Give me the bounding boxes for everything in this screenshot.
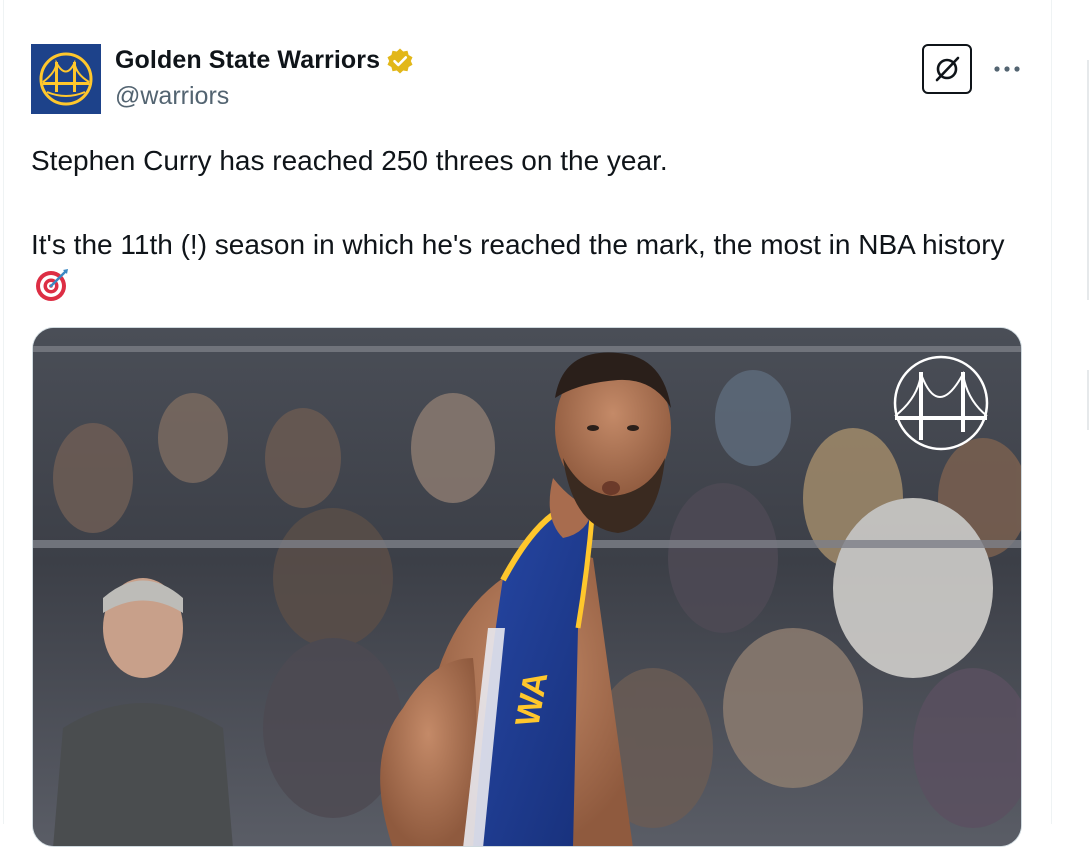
- tweet-line-2-text: It's the 11th (!) season in which he's r…: [31, 229, 1005, 260]
- direct-hit-target-emoji-icon: [36, 269, 68, 301]
- display-name[interactable]: Golden State Warriors: [115, 46, 380, 75]
- tweet-text: Stephen Curry has reached 250 threes on …: [31, 140, 1021, 308]
- tweet-line-1: Stephen Curry has reached 250 threes on …: [31, 145, 668, 176]
- verified-gold-icon[interactable]: [386, 47, 414, 75]
- grok-button[interactable]: [922, 44, 972, 94]
- avatar[interactable]: [31, 44, 101, 114]
- more-dots-icon: [994, 66, 1020, 72]
- author-name-row: Golden State Warriors: [115, 46, 414, 75]
- more-options-button[interactable]: [990, 52, 1024, 86]
- account-handle[interactable]: @warriors: [115, 82, 229, 111]
- player-photo: WA: [33, 328, 1021, 846]
- grok-icon: [935, 56, 960, 82]
- warriors-bridge-logo-icon: [39, 52, 93, 106]
- adjacent-panel-edge: [1086, 0, 1090, 824]
- tweet-line-2: It's the 11th (!) season in which he's r…: [31, 224, 1021, 308]
- tweet-media-photo[interactable]: WA: [32, 327, 1022, 847]
